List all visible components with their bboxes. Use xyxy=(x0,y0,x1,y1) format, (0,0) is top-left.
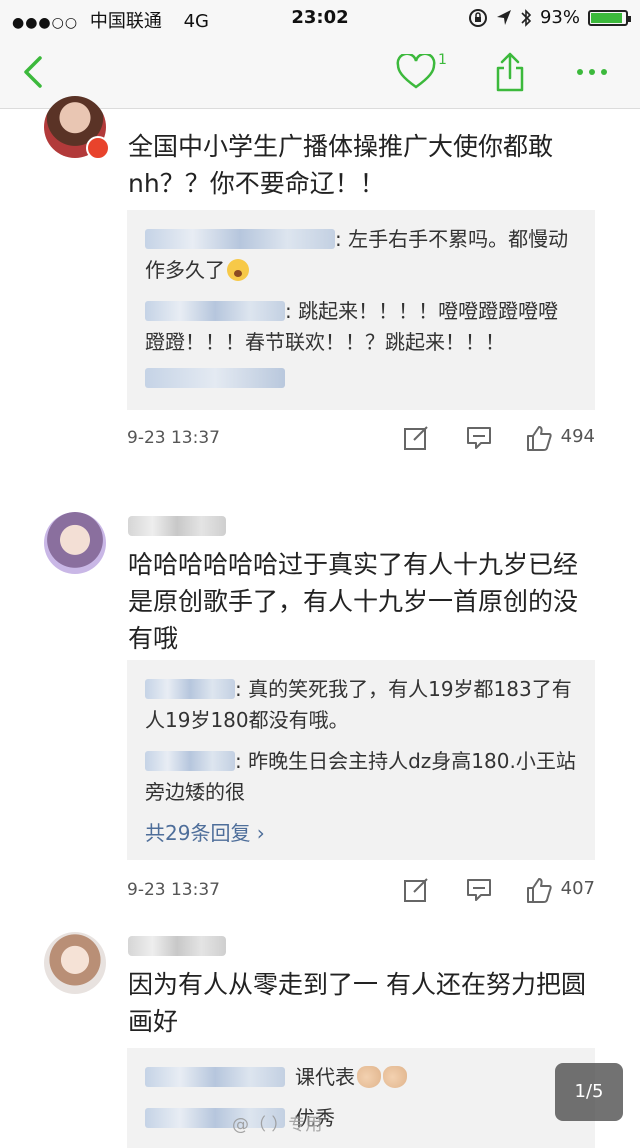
reply-text: 课代表 xyxy=(295,1065,355,1089)
comment-text: 因为有人从零走到了一 有人还在努力把圆画好 xyxy=(128,970,586,1036)
comment-meta: 9-23 13:37 407 xyxy=(127,876,595,906)
shocked-emoji-icon xyxy=(227,259,249,281)
reply-item: 课代表 xyxy=(145,1062,577,1093)
reply-item: : 真的笑死我了，有人19岁都183了有人19岁180都没有哦。 xyxy=(145,674,577,736)
like-button[interactable]: 1 xyxy=(396,52,456,94)
bluetooth-icon xyxy=(521,8,532,27)
comment-icon[interactable] xyxy=(465,876,493,904)
back-icon xyxy=(24,56,42,88)
more-replies-link[interactable] xyxy=(145,368,285,388)
like-count: 1 xyxy=(438,52,447,68)
comment-time: 9-23 13:37 xyxy=(127,428,220,448)
watermark: @（ ）专用 xyxy=(232,1115,323,1135)
comment-text: 哈哈哈哈哈哈过于真实了有人十九岁已经是原创歌手了，有人十九岁一首原创的没有哦 xyxy=(128,550,579,653)
reply-item: : 昨晚生日会主持人dz身高180.小王站旁边矮的很 xyxy=(145,746,577,808)
username[interactable] xyxy=(128,936,226,956)
share-icon xyxy=(496,52,524,92)
reply-username[interactable] xyxy=(145,751,235,771)
thumb-up-icon[interactable] xyxy=(525,876,553,904)
battery-percent: 93% xyxy=(539,7,580,28)
battery-icon xyxy=(588,9,631,26)
reply-username[interactable] xyxy=(145,679,235,699)
rotation-lock-icon xyxy=(468,8,487,27)
share-button[interactable] xyxy=(492,50,528,94)
comment-text: 全国中小学生广播体操推广大使你都敢nh？？你不要命辽！！ xyxy=(128,132,554,198)
nav-bar: 1 xyxy=(0,36,640,109)
reply-item: : 跳起来！！！！噔噔蹬蹬噔噔蹬蹬！！！春节联欢！！？跳起来！！！ xyxy=(145,296,577,358)
reply-username[interactable] xyxy=(145,301,285,321)
battery-fill xyxy=(591,12,623,23)
reply-box[interactable]: 课代表 优秀 xyxy=(127,1048,595,1148)
reply-box[interactable]: : 左手右手不累吗。都慢动作多久了 : 跳起来！！！！噔噔蹬蹬噔噔蹬蹬！！！春节… xyxy=(127,210,595,410)
location-icon xyxy=(496,9,511,25)
avatar[interactable] xyxy=(44,512,106,574)
more-button[interactable] xyxy=(572,62,612,82)
status-icons: 93% xyxy=(468,7,631,28)
page-indicator: 1/5 xyxy=(555,1063,623,1121)
back-button[interactable] xyxy=(18,50,54,94)
reply-box[interactable]: : 真的笑死我了，有人19岁都183了有人19岁180都没有哦。 : 昨晚生日会… xyxy=(127,660,595,860)
avatar[interactable] xyxy=(44,932,106,994)
like-count: 407 xyxy=(560,878,595,899)
username[interactable] xyxy=(128,516,226,536)
reply-item: : 左手右手不累吗。都慢动作多久了 xyxy=(145,224,577,286)
status-bar: ●●●○○ 中国联通 4G 23:02 93% xyxy=(0,0,640,36)
edit-icon[interactable] xyxy=(402,424,430,452)
reply-username[interactable] xyxy=(145,229,335,249)
comment-time: 9-23 13:37 xyxy=(127,880,220,900)
more-icon xyxy=(577,69,607,75)
reply-username[interactable] xyxy=(145,1067,285,1087)
more-replies-link[interactable]: 共29条回复 › xyxy=(145,818,577,848)
reply-item: 优秀 xyxy=(145,1103,577,1134)
like-count: 494 xyxy=(560,426,595,447)
thumb-up-icon[interactable] xyxy=(525,424,553,452)
clap-emoji-icon xyxy=(357,1066,381,1088)
heart-icon xyxy=(396,52,436,89)
edit-icon[interactable] xyxy=(402,876,430,904)
comment-meta: 9-23 13:37 494 xyxy=(127,424,595,454)
clap-emoji-icon xyxy=(383,1066,407,1088)
comment-icon[interactable] xyxy=(465,424,493,452)
verified-badge-icon xyxy=(86,136,110,160)
